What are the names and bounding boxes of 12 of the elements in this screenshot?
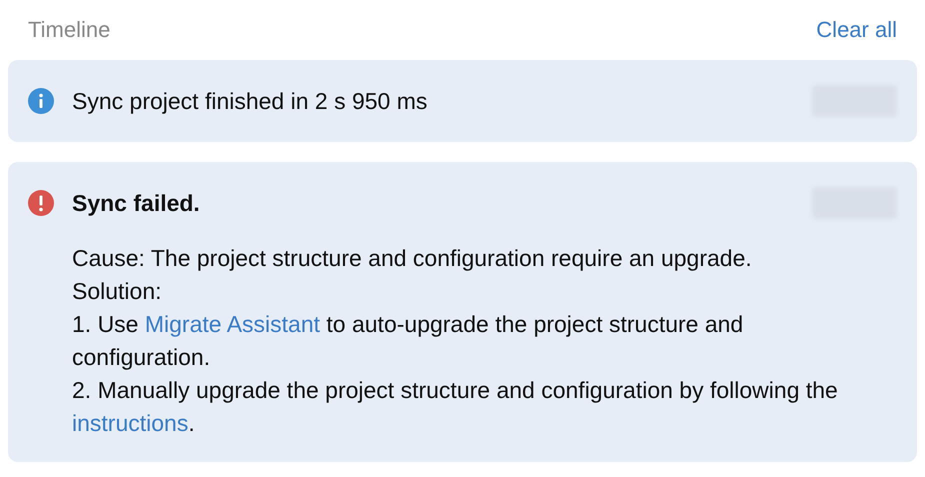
panel-title: Timeline — [28, 17, 110, 43]
event-title: Sync failed. — [72, 190, 201, 216]
link[interactable]: instructions — [72, 410, 188, 436]
event-title: Sync project finished in 2 s 950 ms — [72, 88, 428, 114]
error-icon — [28, 190, 54, 216]
message-text: Solution: — [72, 277, 163, 306]
message-text: Cause: The project structure and configuration require an upgrade. — [72, 244, 753, 273]
message-text: 2. Manually upgrade the project structure and configuration by following the instructions. — [72, 376, 839, 438]
link[interactable]: Migrate Assistant — [144, 311, 320, 337]
clear-all-link[interactable]: Clear all — [816, 17, 897, 43]
message-text: 1. Use Migrate Assistant to auto-upgrade the project structure and configuration. — [72, 310, 744, 372]
info-icon — [28, 88, 54, 114]
